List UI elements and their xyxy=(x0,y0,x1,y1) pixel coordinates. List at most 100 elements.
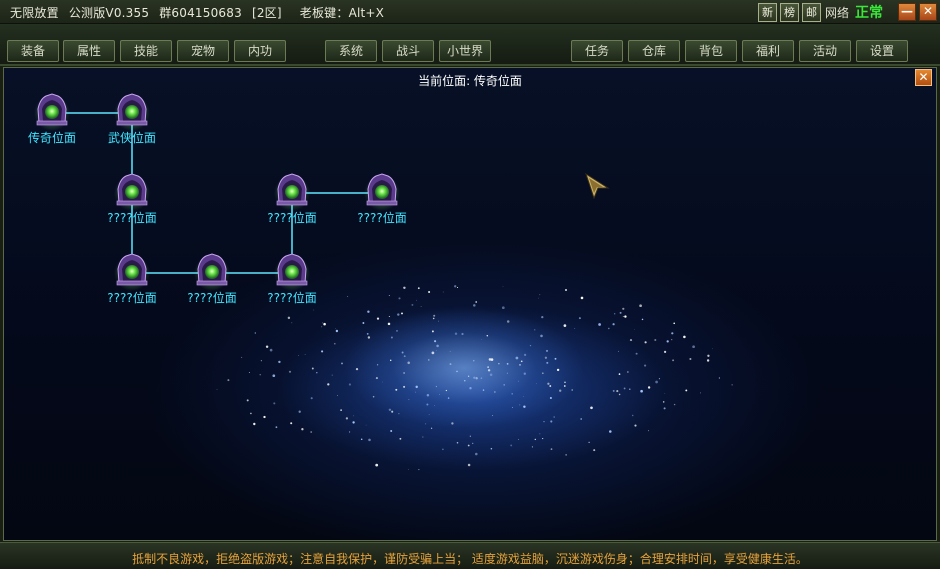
star xyxy=(473,376,476,379)
close-window-button[interactable]: ✕ xyxy=(919,3,937,21)
plane-portal-icon[interactable] xyxy=(114,253,150,291)
star xyxy=(614,313,616,315)
star xyxy=(349,431,351,433)
star xyxy=(431,351,435,355)
tab-attributes[interactable]: 属性 xyxy=(63,40,115,62)
star xyxy=(434,405,435,406)
tab-settings[interactable]: 设置 xyxy=(856,40,908,62)
boss-key-hint: 老板键：Alt+X xyxy=(299,6,385,20)
news-button[interactable]: 新 xyxy=(758,3,777,22)
star xyxy=(593,449,596,452)
star xyxy=(473,304,476,307)
star xyxy=(671,339,673,341)
star xyxy=(227,379,230,382)
plane-portal-icon[interactable] xyxy=(274,173,310,211)
star xyxy=(644,341,647,344)
tab-battle[interactable]: 战斗 xyxy=(382,40,434,62)
star xyxy=(658,378,660,380)
mail-button[interactable]: 邮 xyxy=(802,3,821,22)
tab-system[interactable]: 系统 xyxy=(325,40,377,62)
close-panel-button[interactable]: ✕ xyxy=(915,69,932,86)
star xyxy=(519,364,521,366)
star xyxy=(310,397,313,400)
plane-portal-icon[interactable] xyxy=(114,173,150,211)
star xyxy=(475,452,478,456)
star xyxy=(449,350,451,352)
tab-backpack[interactable]: 背包 xyxy=(685,40,737,62)
star xyxy=(298,410,301,413)
tab-warehouse[interactable]: 仓库 xyxy=(628,40,680,62)
star xyxy=(365,424,367,426)
star xyxy=(502,286,504,288)
star xyxy=(246,399,249,402)
tab-pets[interactable]: 宠物 xyxy=(177,40,229,62)
star xyxy=(644,364,647,367)
star xyxy=(473,360,475,362)
star xyxy=(622,307,625,310)
star xyxy=(398,413,400,415)
star xyxy=(565,454,567,456)
star xyxy=(489,373,493,377)
star xyxy=(531,446,533,448)
plane-portal-icon[interactable] xyxy=(34,93,70,131)
star xyxy=(341,362,343,365)
footer-bar: 抵制不良游戏，拒绝盗版游戏；注意自我保护，谨防受骗上当； 适度游戏益脑，沉迷游戏… xyxy=(0,542,940,569)
star xyxy=(524,353,527,356)
star xyxy=(345,417,349,420)
star xyxy=(490,358,494,361)
tab-skills[interactable]: 技能 xyxy=(120,40,172,62)
cursor-icon xyxy=(585,172,610,200)
star xyxy=(335,328,336,330)
star xyxy=(481,339,482,340)
tab-events[interactable]: 活动 xyxy=(799,40,851,62)
star xyxy=(403,286,406,290)
star xyxy=(347,295,349,298)
tab-welfare[interactable]: 福利 xyxy=(742,40,794,62)
plane-portal-icon[interactable] xyxy=(194,253,230,291)
star xyxy=(731,384,733,386)
star xyxy=(311,367,314,370)
plane-portal-icon[interactable] xyxy=(364,173,400,211)
star xyxy=(635,352,638,355)
star xyxy=(415,299,417,301)
star xyxy=(666,340,669,343)
ranking-button[interactable]: 榜 xyxy=(780,3,799,22)
star xyxy=(487,366,489,368)
plane-portal-icon[interactable] xyxy=(114,93,150,131)
star xyxy=(547,382,550,385)
plane-portal-icon[interactable] xyxy=(274,253,310,291)
star xyxy=(598,323,601,326)
star xyxy=(408,399,410,400)
plane-label-wuxia: 武侠位面 xyxy=(107,131,156,145)
starfield xyxy=(216,285,733,471)
star xyxy=(269,348,273,352)
tab-quests[interactable]: 任务 xyxy=(571,40,623,62)
star xyxy=(434,340,437,343)
star xyxy=(376,317,380,320)
star xyxy=(327,383,330,386)
star xyxy=(260,360,262,362)
star xyxy=(216,389,218,390)
star xyxy=(506,320,510,323)
tab-inner-power[interactable]: 内功 xyxy=(234,40,286,62)
star xyxy=(664,392,666,394)
star xyxy=(420,306,422,308)
tab-small-world[interactable]: 小世界 xyxy=(439,40,491,62)
star xyxy=(418,469,420,471)
star xyxy=(273,402,276,405)
star xyxy=(685,389,688,392)
star xyxy=(407,361,410,365)
star xyxy=(469,387,472,390)
star xyxy=(707,354,710,357)
qq-group: 群604150683 xyxy=(159,6,242,20)
star xyxy=(436,344,439,348)
star xyxy=(391,410,394,413)
star xyxy=(546,361,549,364)
minimize-button[interactable]: — xyxy=(898,3,916,21)
star xyxy=(542,438,544,440)
star xyxy=(335,329,339,333)
star xyxy=(254,332,256,334)
tab-equipment[interactable]: 装备 xyxy=(7,40,59,62)
star xyxy=(376,364,379,366)
plane-label-legend: 传奇位面 xyxy=(27,131,76,145)
